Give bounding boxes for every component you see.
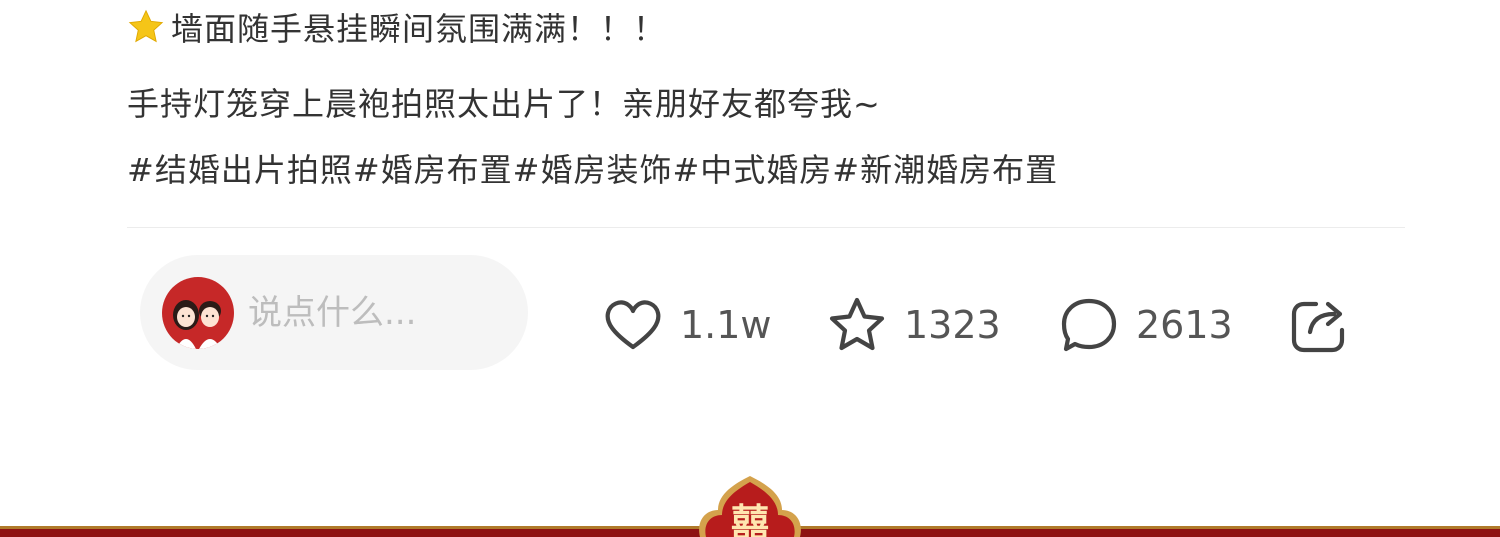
divider: [127, 227, 1405, 228]
star-outline-icon: [829, 297, 885, 351]
share-icon: [1291, 301, 1345, 353]
speech-bubble-icon: [1061, 298, 1117, 352]
post-title-text: 墙面随手悬挂瞬间氛围满满！！！: [171, 10, 667, 48]
post-hashtags[interactable]: #结婚出片拍照#婚房布置#婚房装饰#中式婚房#新潮婚房布置: [127, 150, 1058, 190]
star-icon: [128, 9, 164, 43]
like-count: 1.1w: [680, 303, 772, 347]
heart-icon: [605, 300, 661, 350]
comment-count: 2613: [1136, 303, 1233, 347]
like-button[interactable]: 1.1w: [602, 294, 772, 356]
favorite-count: 1323: [904, 303, 1001, 347]
favorite-button[interactable]: 1323: [826, 294, 1001, 356]
post-body-text: 手持灯笼穿上晨袍拍照太出片了！亲朋好友都夸我~: [127, 85, 881, 123]
double-happiness-badge: 囍: [692, 470, 808, 537]
badge-text: 囍: [731, 501, 769, 537]
avatar[interactable]: [162, 277, 234, 349]
comment-button[interactable]: 2613: [1058, 294, 1233, 356]
post-title-line: 墙面随手悬挂瞬间氛围满满！！！: [127, 8, 666, 49]
share-button[interactable]: [1288, 294, 1350, 356]
comment-placeholder: 说点什么...: [248, 293, 417, 333]
comment-input[interactable]: 说点什么...: [140, 255, 528, 370]
